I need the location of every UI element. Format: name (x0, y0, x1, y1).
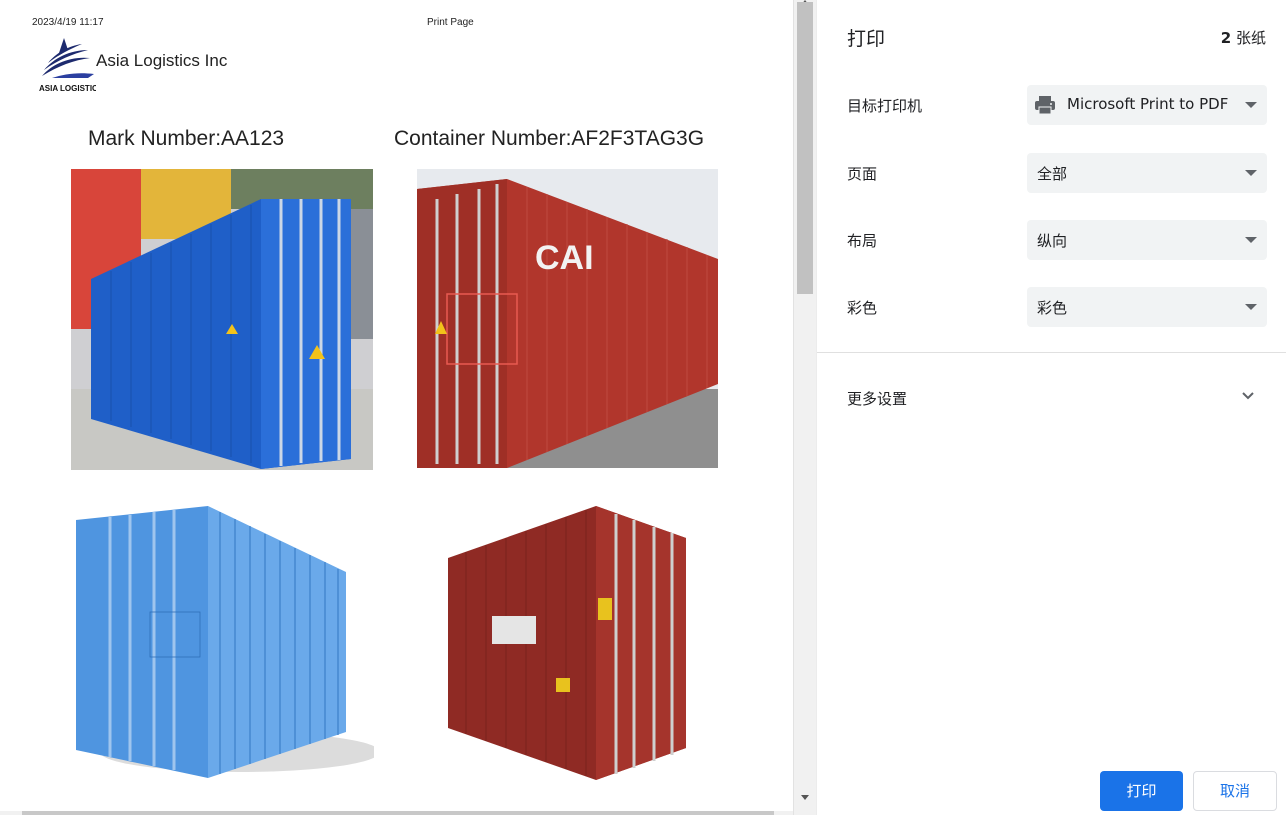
destination-label: 目标打印机 (847, 97, 923, 115)
printer-icon (1035, 96, 1055, 115)
pages-label: 页面 (847, 165, 878, 183)
chevron-down-icon (1245, 170, 1257, 176)
preview-vertical-scrollbar[interactable] (793, 0, 816, 815)
layout-value: 纵向 (1037, 232, 1068, 250)
chevron-down-icon (1245, 304, 1257, 310)
svg-text:CAI: CAI (535, 239, 594, 277)
print-dialog: 2023/4/19 11:17 Print Page ASIA LOGISTIC… (0, 0, 1286, 815)
color-value: 彩色 (1037, 299, 1068, 317)
destination-select[interactable]: Microsoft Print to PDF (1027, 85, 1267, 125)
page-header-date: 2023/4/19 11:17 (32, 17, 104, 28)
preview-page: 2023/4/19 11:17 Print Page ASIA LOGISTIC… (0, 0, 792, 812)
pages-value: 全部 (1037, 165, 1068, 183)
expand-chevron-icon[interactable] (1241, 389, 1255, 403)
panel-title: 打印 (847, 28, 886, 50)
mark-number: Mark Number:AA123 (88, 127, 285, 150)
layout-label: 布局 (847, 232, 878, 250)
more-settings-toggle[interactable]: 更多设置 (847, 388, 907, 409)
cancel-button[interactable]: 取消 (1193, 771, 1277, 811)
print-button[interactable]: 打印 (1100, 771, 1183, 811)
blue-container-photo-2 (70, 492, 374, 782)
container-number: Container Number:AF2F3TAG3G (394, 127, 705, 150)
sheet-count-unit: 张纸 (1235, 29, 1266, 47)
pages-select[interactable]: 全部 (1027, 153, 1267, 193)
horizontal-scrollbar-thumb[interactable] (22, 811, 774, 815)
scroll-down-arrow-icon[interactable] (801, 795, 809, 800)
chevron-down-icon (1245, 237, 1257, 243)
destination-value: Microsoft Print to PDF (1067, 95, 1229, 113)
blue-container-photo-1 (71, 169, 373, 470)
page-header-title: Print Page (427, 17, 474, 28)
red-container-photo-1: CAI (417, 169, 718, 468)
company-logo: ASIA LOGISTICS (39, 38, 96, 93)
scrollbar-thumb[interactable] (797, 2, 813, 294)
company-name: Asia Logistics Inc (96, 51, 228, 70)
layout-select[interactable]: 纵向 (1027, 220, 1267, 260)
sheet-count: 2 张纸 (1221, 27, 1266, 48)
logo-caption: ASIA LOGISTICS (39, 84, 96, 93)
color-select[interactable]: 彩色 (1027, 287, 1267, 327)
divider (817, 352, 1286, 353)
sheet-count-number: 2 (1220, 29, 1232, 47)
print-settings-panel: 打印 2 张纸 目标打印机 Microsoft Print to PDF 页面 … (816, 0, 1286, 815)
color-label: 彩色 (847, 299, 878, 317)
preview-horizontal-scrollbar[interactable] (0, 811, 793, 815)
red-container-photo-2 (416, 498, 718, 784)
chevron-down-icon (1245, 102, 1257, 108)
print-preview: 2023/4/19 11:17 Print Page ASIA LOGISTIC… (0, 0, 816, 815)
